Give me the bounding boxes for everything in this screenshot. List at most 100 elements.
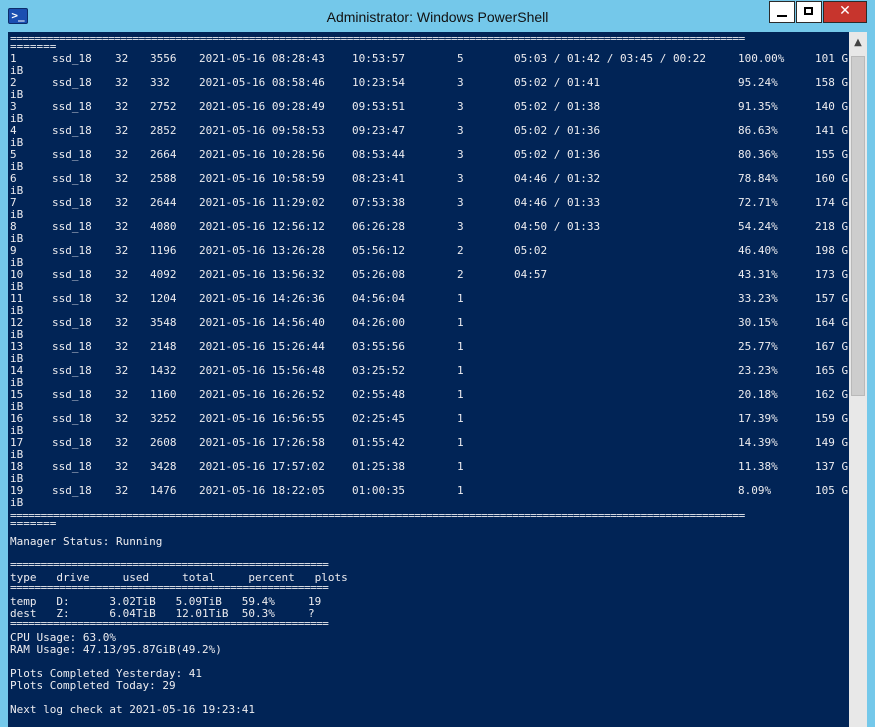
scroll-up-icon[interactable]: ▲	[849, 34, 867, 52]
col-tmp: 174 G	[815, 196, 849, 209]
col-phase-times: 05:02	[514, 244, 548, 257]
console-output[interactable]: ========================================…	[8, 32, 849, 727]
col-start: 2021-05-16 14:26:36	[199, 292, 325, 305]
col-k: 32	[115, 172, 129, 185]
powershell-window: >_ Administrator: Windows PowerShell ✕ =…	[0, 0, 875, 727]
col-progress: 72.71%	[738, 196, 778, 209]
col-progress: 100.00%	[738, 52, 785, 65]
col-queue: ssd_18	[52, 412, 92, 425]
col-elapsed: 09:53:51	[352, 100, 405, 113]
col-progress: 17.39%	[738, 412, 778, 425]
col-queue: ssd_18	[52, 244, 92, 257]
col-pid: 1432	[150, 364, 177, 377]
col-phase-times: 04:50 / 01:33	[514, 220, 601, 233]
col-phase: 1	[457, 436, 464, 449]
col-start: 2021-05-16 14:56:40	[199, 316, 325, 329]
drives-separator: ========================================…	[10, 585, 388, 591]
col-queue: ssd_18	[52, 316, 92, 329]
col-k: 32	[115, 292, 129, 305]
col-start: 2021-05-16 13:26:28	[199, 244, 325, 257]
col-tmp: 105 G	[815, 484, 849, 497]
col-elapsed: 02:25:45	[352, 412, 405, 425]
col-pid: 1204	[150, 292, 177, 305]
col-phase: 3	[457, 76, 464, 89]
col-elapsed: 01:00:35	[352, 484, 405, 497]
col-elapsed: 04:26:00	[352, 316, 405, 329]
col-phase: 1	[457, 412, 464, 425]
col-tmp: 155 G	[815, 148, 849, 161]
col-pid: 3548	[150, 316, 177, 329]
title-bar[interactable]: >_ Administrator: Windows PowerShell ✕	[0, 0, 875, 32]
col-phase: 3	[457, 100, 464, 113]
minimize-button[interactable]	[769, 1, 795, 23]
col-tmp: 140 G	[815, 100, 849, 113]
table-separator: ========================================…	[10, 513, 849, 519]
maximize-icon	[804, 7, 813, 15]
col-k: 32	[115, 460, 129, 473]
col-start: 2021-05-16 15:26:44	[199, 340, 325, 353]
col-elapsed: 10:23:54	[352, 76, 405, 89]
col-progress: 30.15%	[738, 316, 778, 329]
col-elapsed: 03:55:56	[352, 340, 405, 353]
col-start: 2021-05-16 18:22:05	[199, 484, 325, 497]
col-k: 32	[115, 316, 129, 329]
col-pid: 2752	[150, 100, 177, 113]
col-queue: ssd_18	[52, 460, 92, 473]
col-phase: 1	[457, 388, 464, 401]
col-queue: ssd_18	[52, 220, 92, 233]
col-phase-times: 04:46 / 01:32	[514, 172, 601, 185]
col-k: 32	[115, 100, 129, 113]
col-elapsed: 09:23:47	[352, 124, 405, 137]
col-progress: 80.36%	[738, 148, 778, 161]
col-pid: 4080	[150, 220, 177, 233]
col-pid: 1196	[150, 244, 177, 257]
col-queue: ssd_18	[52, 196, 92, 209]
col-pid: 2148	[150, 340, 177, 353]
col-phase-times: 05:02 / 01:36	[514, 124, 601, 137]
table-separator-tail: =======	[10, 517, 57, 530]
vertical-scrollbar[interactable]: ▲	[849, 32, 867, 727]
plots-today: Plots Completed Today: 29	[10, 679, 176, 692]
col-tmp: 218 G	[815, 220, 849, 233]
col-queue: ssd_18	[52, 340, 92, 353]
col-progress: 95.24%	[738, 76, 778, 89]
col-start: 2021-05-16 16:26:52	[199, 388, 325, 401]
col-phase: 1	[457, 460, 464, 473]
maximize-button[interactable]	[796, 1, 822, 23]
scroll-thumb[interactable]	[851, 56, 865, 396]
col-tmp: 198 G	[815, 244, 849, 257]
col-progress: 11.38%	[738, 460, 778, 473]
col-phase: 3	[457, 196, 464, 209]
col-phase: 1	[457, 316, 464, 329]
col-tmp: 167 G	[815, 340, 849, 353]
col-pid: 3252	[150, 412, 177, 425]
col-tmp: 141 G	[815, 124, 849, 137]
col-queue: ssd_18	[52, 172, 92, 185]
col-start: 2021-05-16 15:56:48	[199, 364, 325, 377]
close-button[interactable]: ✕	[823, 1, 867, 23]
col-queue: ssd_18	[52, 124, 92, 137]
drive-row-dest: dest Z: 6.04TiB 12.01TiB 50.3% ?	[10, 607, 315, 620]
col-elapsed: 01:55:42	[352, 436, 405, 449]
col-start: 2021-05-16 09:58:53	[199, 124, 325, 137]
ram-usage: RAM Usage: 47.13/95.87GiB(49.2%)	[10, 643, 222, 656]
col-start: 2021-05-16 17:26:58	[199, 436, 325, 449]
manager-status: Manager Status: Running	[10, 535, 163, 548]
col-elapsed: 08:53:44	[352, 148, 405, 161]
col-start: 2021-05-16 09:28:49	[199, 100, 325, 113]
col-progress: 33.23%	[738, 292, 778, 305]
minimize-icon	[777, 15, 787, 17]
col-elapsed: 08:23:41	[352, 172, 405, 185]
col-phase-times: 04:46 / 01:33	[514, 196, 601, 209]
col-phase: 1	[457, 364, 464, 377]
window-border	[867, 32, 875, 727]
table-separator-tail: =======	[10, 40, 57, 53]
col-queue: ssd_18	[52, 100, 92, 113]
col-queue: ssd_18	[52, 364, 92, 377]
col-k: 32	[115, 148, 129, 161]
col-elapsed: 07:53:38	[352, 196, 405, 209]
col-phase-times: 04:57	[514, 268, 548, 281]
col-progress: 46.40%	[738, 244, 778, 257]
col-queue: ssd_18	[52, 484, 92, 497]
col-progress: 86.63%	[738, 124, 778, 137]
